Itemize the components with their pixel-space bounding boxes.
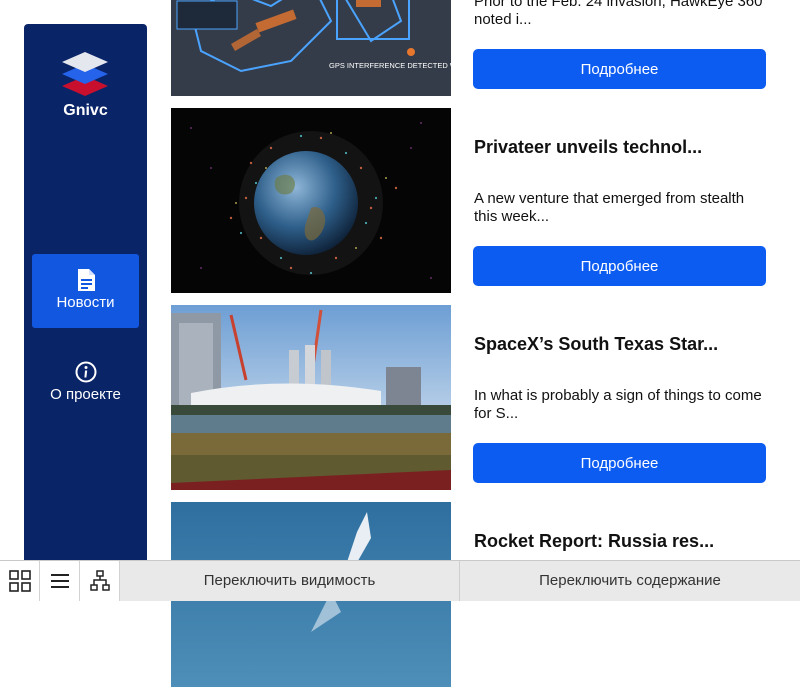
- article-title[interactable]: Rocket Report: Russia res...: [474, 531, 771, 552]
- article-title[interactable]: SpaceX’s South Texas Star...: [474, 334, 771, 355]
- toggle-content-button[interactable]: Переключить содержание: [460, 561, 800, 601]
- sidebar-item-label: Новости: [56, 294, 115, 311]
- grid-icon[interactable]: [0, 561, 40, 601]
- article-thumbnail[interactable]: [171, 108, 451, 293]
- article-description: In what is probably a sign of things to …: [474, 387, 762, 422]
- hierarchy-icon[interactable]: [80, 561, 120, 601]
- logo-icon: [62, 52, 108, 96]
- bottom-toolbar: Переключить видимость Переключить содерж…: [0, 560, 800, 601]
- more-button[interactable]: Подробнее: [473, 49, 766, 89]
- info-icon: [75, 361, 96, 383]
- list-icon[interactable]: [40, 561, 80, 601]
- more-button[interactable]: Подробнее: [473, 246, 766, 286]
- article-description: Prior to the Feb. 24 invasion, HawkEye 3…: [474, 0, 763, 28]
- article-title[interactable]: Privateer unveils technol...: [474, 137, 771, 158]
- sidebar-item-about[interactable]: О проекте: [32, 346, 139, 420]
- toggle-visibility-button[interactable]: Переключить видимость: [120, 561, 460, 601]
- news-card: GPS INTERFERENCE DETECTED WITHIN OR NEAR…: [171, 0, 771, 96]
- news-card: SpaceX’s South Texas Star... In what is …: [171, 305, 771, 490]
- article-description: A new venture that emerged from stealth …: [474, 190, 745, 225]
- more-button[interactable]: Подробнее: [473, 443, 766, 483]
- document-icon: [77, 269, 95, 291]
- news-card: Privateer unveils technol... A new ventu…: [171, 108, 771, 293]
- article-thumbnail[interactable]: [171, 305, 451, 490]
- map-caption: GPS INTERFERENCE DETECTED WITHIN OR NEAR…: [329, 61, 451, 70]
- sidebar: Gnivc Новости О проекте: [24, 24, 147, 584]
- sidebar-item-label: О проекте: [50, 386, 121, 403]
- article-thumbnail[interactable]: GPS INTERFERENCE DETECTED WITHIN OR NEAR…: [171, 0, 451, 96]
- sidebar-item-news[interactable]: Новости: [32, 254, 139, 328]
- brand-name: Gnivc: [63, 102, 108, 119]
